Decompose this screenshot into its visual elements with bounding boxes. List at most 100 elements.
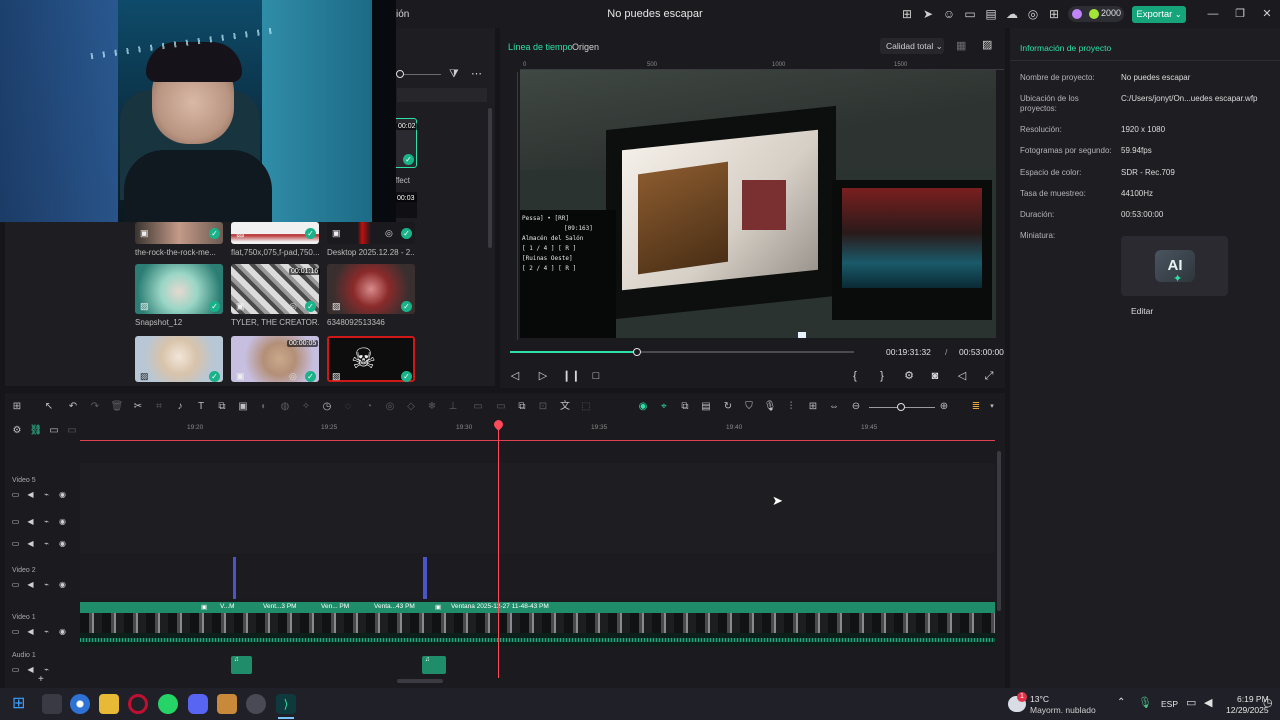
track-lane[interactable] <box>80 553 995 598</box>
tab-origin[interactable]: Origen <box>572 42 599 52</box>
delete-icon[interactable]: 🗑 <box>110 400 124 414</box>
lock-icon[interactable]: ⌁ <box>42 517 51 526</box>
redo-icon[interactable]: ↷ <box>88 400 102 414</box>
folder-icon[interactable]: ▭ <box>11 665 20 674</box>
speaker-icon[interactable]: ◀ <box>26 665 35 674</box>
media-item[interactable]: ▨ ✓ <box>135 336 223 382</box>
apps-icon[interactable]: ⊞ <box>1047 7 1061 21</box>
fit-icon[interactable]: ⇔ <box>827 400 841 414</box>
media-item[interactable]: ▨ ✓ flat,750x,075,f-pad,750... <box>231 222 319 257</box>
lock-icon[interactable]: ⌁ <box>42 539 51 548</box>
keyframe-icon[interactable]: ◇ <box>404 400 418 414</box>
audio-clip[interactable]: ♫ <box>422 656 446 674</box>
media-scrollbar[interactable] <box>488 108 492 248</box>
media-item[interactable]: ▨ ✓ 6348092513346 <box>327 264 415 327</box>
monitor-icon[interactable]: ▭ <box>1186 696 1196 709</box>
lock-icon[interactable]: ⌁ <box>42 665 51 674</box>
chrome-icon[interactable] <box>70 694 90 714</box>
replace-clip-icon[interactable]: ⊞ <box>806 400 820 414</box>
ratio-icon[interactable]: ⬚ <box>579 400 593 414</box>
more-icon[interactable]: ⋯ <box>471 67 482 80</box>
video-preview[interactable]: Pessa] • [RR] [09:163] Almacén del Salón… <box>520 70 996 338</box>
export-frame-icon[interactable]: ⧉ <box>515 400 529 414</box>
scrub-bar[interactable] <box>510 348 854 356</box>
link-icon[interactable]: ⛓ <box>29 424 43 438</box>
folder-icon[interactable]: ▭ <box>11 580 20 589</box>
clip-marker[interactable] <box>233 557 236 599</box>
media-item[interactable]: 00:00:05 ▣ ◎ ✓ <box>231 336 319 382</box>
zoom-handle[interactable] <box>897 403 905 411</box>
auto-ripple-icon[interactable]: ↻ <box>721 400 735 414</box>
save-icon[interactable]: ▤ <box>984 7 998 21</box>
video-filmstrip[interactable] <box>80 613 995 633</box>
menu-fragment[interactable]: ión <box>396 9 409 20</box>
info-value[interactable]: C:/Users/jonyt/On...uedes escapar.wfp <box>1121 94 1258 103</box>
thumbnail-box[interactable]: AI ✦ <box>1121 236 1228 296</box>
horizontal-scrollbar[interactable] <box>397 679 443 683</box>
eye-icon[interactable]: ◉ <box>58 627 67 636</box>
folder-icon[interactable]: ▭ <box>11 490 20 499</box>
cloud-icon[interactable]: ☁ <box>1005 7 1019 21</box>
color-icon[interactable]: ◍ <box>278 400 292 414</box>
speed-icon[interactable]: ◷ <box>320 400 334 414</box>
motion-icon[interactable]: ◎ <box>383 400 397 414</box>
crop-icon[interactable]: ⌗ <box>152 400 166 414</box>
audio-clip[interactable]: ♫ <box>231 656 252 674</box>
grid-icon[interactable]: ▦ <box>956 39 966 52</box>
folder-icon[interactable]: ▭ <box>11 539 20 548</box>
whatsapp-icon[interactable] <box>158 694 178 714</box>
add-track-button[interactable]: + <box>38 674 44 685</box>
text-icon[interactable]: T <box>194 400 208 414</box>
stop-icon[interactable]: □ <box>589 369 603 383</box>
caption-icon[interactable]: ▭ <box>65 424 79 438</box>
ai-assistant-icon[interactable]: ◉ <box>636 400 650 414</box>
time-ruler[interactable]: 19:20 19:25 19:30 19:35 19:40 19:45 <box>80 423 995 441</box>
weather-text[interactable]: Mayorm. nublado <box>1030 705 1096 715</box>
layout-icon[interactable]: ▭ <box>963 7 977 21</box>
filmora-icon[interactable]: ⟩ <box>276 694 296 714</box>
lock-icon[interactable]: ⌁ <box>42 580 51 589</box>
mask-icon[interactable]: ◐ <box>257 400 271 414</box>
media-item[interactable]: ☠ ▨ ✓ <box>327 336 415 382</box>
render-icon[interactable]: ⚙ <box>902 369 916 383</box>
media-item[interactable]: ▨ ✓ Snapshot_12 <box>135 264 223 327</box>
export-button[interactable]: Exportar ⌄ <box>1132 6 1186 23</box>
undo-icon[interactable]: ↶ <box>66 400 80 414</box>
speaker-icon[interactable]: ◀ <box>26 627 35 636</box>
temperature[interactable]: 13°C <box>1030 694 1049 704</box>
obs-icon[interactable] <box>246 694 266 714</box>
lock-icon[interactable]: ⌁ <box>42 627 51 636</box>
notification-icon[interactable]: ◷ <box>1263 696 1273 709</box>
volume-icon[interactable]: ◁ <box>955 369 969 383</box>
stabilize-icon[interactable]: ◌ <box>341 400 355 414</box>
media-item[interactable]: ▣ ◎ ✓ Desktop 2025.12.28 - 2... <box>327 222 415 257</box>
split-icon[interactable]: ✂ <box>131 400 145 414</box>
speaker-icon[interactable]: ◀ <box>26 539 35 548</box>
zoom-out-icon[interactable]: ⊖ <box>849 400 863 414</box>
folder-icon[interactable]: ▭ <box>11 517 20 526</box>
credits-badge[interactable]: 2000 <box>1068 6 1124 22</box>
effect-icon[interactable]: ✧ <box>299 400 313 414</box>
select-icon[interactable]: ↖ <box>42 400 56 414</box>
audio-meter-icon[interactable]: ≣ <box>969 400 983 414</box>
pause-icon[interactable]: ❙❙ <box>562 369 580 383</box>
gift-icon[interactable]: ⊞ <box>900 7 914 21</box>
track-lane[interactable] <box>80 463 995 553</box>
windows-start-icon[interactable]: ⊞ <box>12 695 30 713</box>
freeze-icon[interactable]: ❄ <box>425 400 439 414</box>
transform-icon[interactable]: ⧉ <box>215 400 229 414</box>
language-indicator[interactable]: ESP <box>1161 699 1178 709</box>
vertical-scrollbar[interactable] <box>997 451 1001 611</box>
multicam-icon[interactable]: ⧉ <box>678 400 692 414</box>
audio-tool-icon[interactable]: ♪ <box>173 400 187 414</box>
discord-icon[interactable] <box>188 694 208 714</box>
eye-icon[interactable]: ◉ <box>58 517 67 526</box>
filter-icon[interactable]: ⧩ <box>449 68 459 81</box>
folder-icon[interactable]: ▭ <box>11 627 20 636</box>
group-icon[interactable]: ▭ <box>471 400 485 414</box>
feedback-icon[interactable]: ☺ <box>942 7 956 21</box>
track-settings-icon[interactable]: ⚙ <box>10 424 24 438</box>
translate-icon[interactable]: 文 <box>558 400 572 414</box>
video-clip-strip[interactable]: ▣ V...M Vent...3 PM Ven... PM Venta...43… <box>80 602 995 613</box>
lock-icon[interactable]: ⌁ <box>42 490 51 499</box>
